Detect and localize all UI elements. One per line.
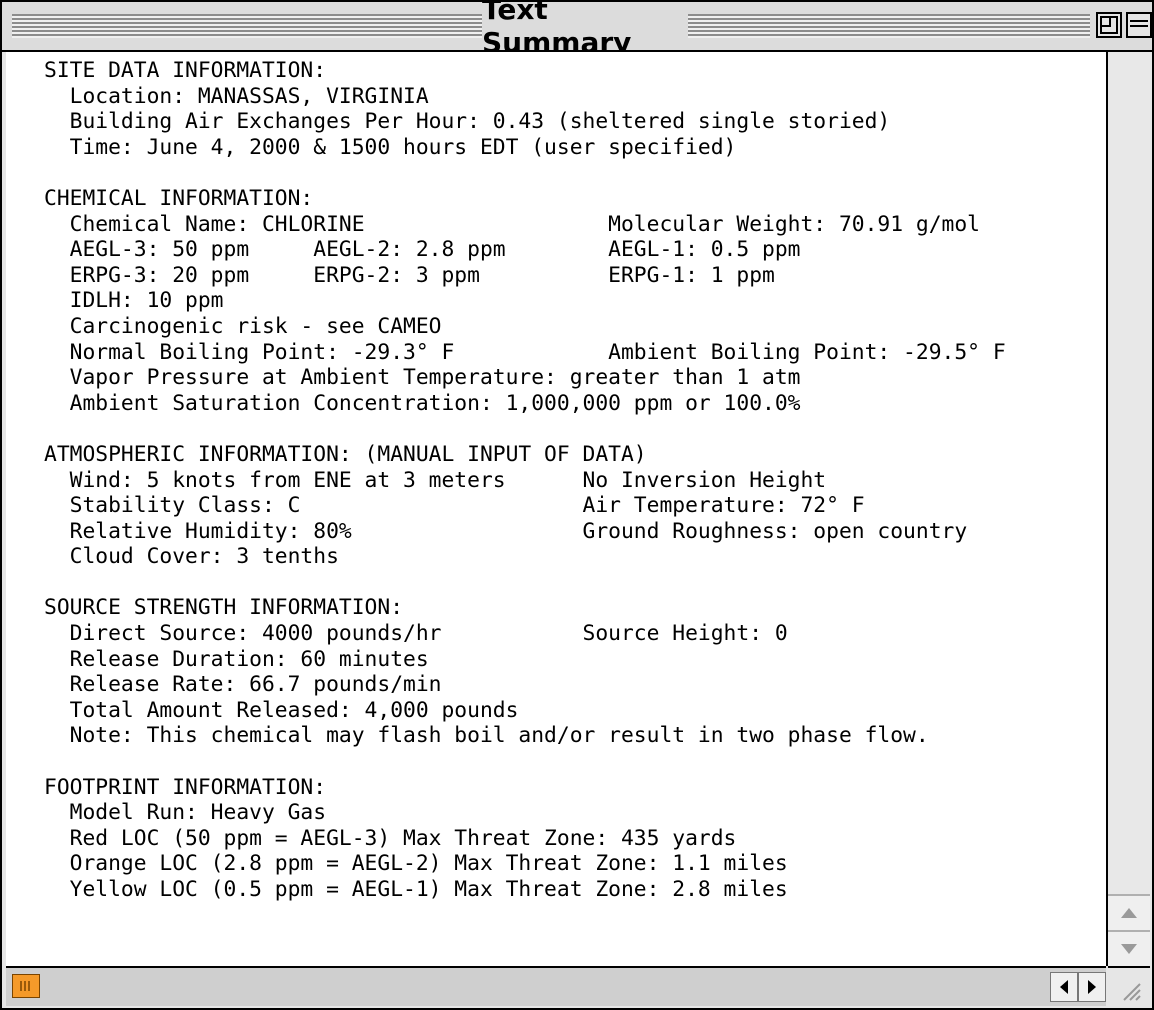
summary-line: Total Amount Released: 4,000 pounds [44, 697, 519, 723]
summary-line: Yellow LOC (0.5 ppm = AEGL-1) Max Threat… [44, 877, 788, 902]
summary-line: SITE DATA INFORMATION: [44, 58, 327, 83]
summary-line: Vapor Pressure at Ambient Temperature: g… [44, 365, 801, 391]
title-bar-stripes-right [688, 14, 1090, 38]
summary-line: CHEMICAL INFORMATION: [44, 185, 314, 211]
windowshade-button[interactable] [1126, 12, 1152, 38]
windowshade-icon [1130, 20, 1148, 27]
text-summary-content: SITE DATA INFORMATION: Location: MANASSA… [6, 52, 1108, 966]
summary-line: Orange LOC (2.8 ppm = AEGL-2) Max Threat… [44, 851, 788, 877]
summary-line: SOURCE STRENGTH INFORMATION: [44, 595, 404, 621]
summary-line: Note: This chemical may flash boil and/o… [44, 723, 929, 749]
scroll-down-button[interactable] [1108, 930, 1150, 966]
scroll-up-button[interactable] [1108, 894, 1150, 930]
summary-line: Wind: 5 knots from ENE at 3 meters No In… [44, 467, 827, 493]
summary-line: Cloud Cover: 3 tenths [44, 544, 339, 570]
summary-line: IDLH: 10 ppm [44, 288, 224, 314]
text-summary-window: Text Summary SITE DATA INFORMATION: Loca… [0, 0, 1154, 1010]
vertical-scrollbar[interactable] [1108, 52, 1150, 966]
summary-line: Model Run: Heavy Gas [44, 800, 327, 826]
window-title: Text Summary [482, 0, 688, 59]
summary-line: FOOTPRINT INFORMATION: [44, 774, 327, 800]
resize-grip-icon [1123, 983, 1141, 1001]
summary-line: Stability Class: C Air Temperature: 72° … [44, 493, 865, 519]
arrow-down-icon [1121, 944, 1137, 954]
arrow-up-icon [1121, 908, 1137, 918]
summary-line: AEGL-3: 50 ppm AEGL-2: 2.8 ppm AEGL-1: 0… [44, 237, 801, 263]
title-bar[interactable]: Text Summary [2, 0, 1152, 59]
summary-line: ERPG-3: 20 ppm ERPG-2: 3 ppm ERPG-1: 1 p… [44, 262, 775, 288]
zoom-box-icon [1100, 16, 1118, 34]
title-bar-stripes-left [12, 14, 482, 38]
scroll-left-button[interactable] [1050, 972, 1078, 1002]
zoom-button[interactable] [1096, 12, 1122, 38]
summary-line: Red LOC (50 ppm = AEGL-3) Max Threat Zon… [44, 825, 737, 851]
summary-line: Release Rate: 66.7 pounds/min [44, 672, 442, 698]
horizontal-scroll-thumb[interactable] [12, 974, 40, 998]
summary-text: SITE DATA INFORMATION: Location: MANASSA… [6, 52, 1106, 903]
arrow-left-icon [1060, 980, 1068, 994]
arrow-right-icon [1088, 980, 1096, 994]
summary-line: Chemical Name: CHLORINE Molecular Weight… [44, 211, 980, 237]
scroll-right-button[interactable] [1078, 972, 1106, 1002]
summary-line: Time: June 4, 2000 & 1500 hours EDT (use… [44, 134, 737, 160]
scroll-thumb-grip-icon [20, 981, 30, 991]
summary-line: Ambient Saturation Concentration: 1,000,… [44, 390, 801, 416]
summary-line: Location: MANASSAS, VIRGINIA [44, 83, 429, 109]
summary-line: Normal Boiling Point: -29.3° F Ambient B… [44, 339, 1006, 365]
summary-line: Carcinogenic risk - see CAMEO [44, 313, 442, 339]
summary-line: Release Duration: 60 minutes [44, 646, 429, 672]
horizontal-scrollbar[interactable] [6, 966, 1106, 1006]
summary-line: ATMOSPHERIC INFORMATION: (MANUAL INPUT O… [44, 441, 647, 467]
summary-line: Relative Humidity: 80% Ground Roughness:… [44, 518, 968, 544]
summary-line: Building Air Exchanges Per Hour: 0.43 (s… [44, 109, 891, 135]
summary-line: Direct Source: 4000 pounds/hr Source Hei… [44, 621, 788, 647]
resize-grip[interactable] [1108, 966, 1150, 1006]
